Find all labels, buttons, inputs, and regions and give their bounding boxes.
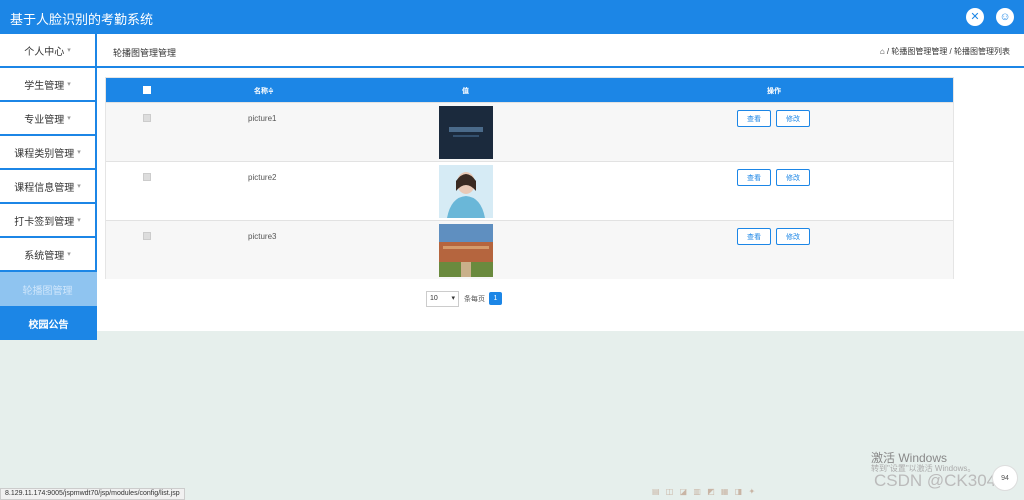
user-icon[interactable]: ☺ <box>996 8 1014 26</box>
chevron-down-icon: ▾ <box>77 149 81 156</box>
sidebar-item-label: 专业管理 <box>24 114 65 126</box>
sidebar-item-label: 校园公告 <box>28 319 69 331</box>
sidebar-item-personal-center[interactable]: 个人中心 ▾ <box>0 34 97 68</box>
dark-banner-image <box>439 106 493 159</box>
column-header-name[interactable]: 名称≑ <box>254 86 274 96</box>
chevron-down-icon: ▾ <box>67 251 71 258</box>
column-header-value: 值 <box>462 88 469 95</box>
page-title: 轮播图管理管理 <box>113 48 177 58</box>
chevron-down-icon: ▾ <box>451 295 455 302</box>
sidebar-item-label: 个人中心 <box>24 46 65 58</box>
edit-button[interactable]: 修改 <box>776 110 810 127</box>
view-button[interactable]: 查看 <box>737 228 771 245</box>
sidebar-item-majors[interactable]: 专业管理 ▾ <box>0 102 97 136</box>
page-size-select[interactable]: 10 ▾ <box>426 291 459 307</box>
view-button[interactable]: 查看 <box>737 169 771 186</box>
portrait-photo-image <box>439 165 493 218</box>
campus-photo-image <box>439 224 493 277</box>
table-header: 名称≑ 值 操作 <box>106 78 953 102</box>
page-number-button[interactable]: 1 <box>489 292 502 305</box>
select-all-checkbox[interactable] <box>143 86 151 94</box>
chevron-down-icon: ▾ <box>67 81 71 88</box>
chevron-down-icon: ▾ <box>77 217 81 224</box>
sidebar-item-label: 系统管理 <box>24 250 65 262</box>
chevron-down-icon: ▾ <box>67 115 71 122</box>
column-header-actions: 操作 <box>767 88 781 95</box>
edit-button[interactable]: 修改 <box>776 169 810 186</box>
sidebar-item-system[interactable]: 系统管理 ▾ <box>0 238 97 272</box>
chevron-down-icon: ▾ <box>77 183 81 190</box>
sidebar-item-label: 课程信息管理 <box>14 182 75 194</box>
chevron-down-icon: ▾ <box>67 47 71 54</box>
csdn-watermark: CSDN @CK3043 <box>874 471 1006 490</box>
row-checkbox[interactable] <box>143 173 151 181</box>
sidebar-item-course-info[interactable]: 课程信息管理 ▾ <box>0 170 97 204</box>
page-size-value: 10 <box>430 295 438 302</box>
table-row: picture3 查看 修改 <box>106 220 953 279</box>
table-row: picture2 查看 修改 <box>106 161 953 220</box>
sidebar-item-announcements[interactable]: 校园公告 <box>0 306 97 340</box>
sidebar-item-label: 课程类别管理 <box>14 148 75 160</box>
row-name: picture2 <box>248 173 277 182</box>
app-title: 基于人脸识别的考勤系统 <box>10 12 154 27</box>
table-row: picture1 查看 修改 <box>106 102 953 161</box>
sidebar-item-carousel[interactable]: 轮播图管理 <box>0 272 97 306</box>
system-tray-icons: ▤ ◫ ◪ ▥ ◩ ▦ ◨ ✦ <box>652 487 758 496</box>
breadcrumb[interactable]: ⌂ / 轮播图管理管理 / 轮播图管理列表 <box>880 46 1010 57</box>
page-header: 轮播图管理管理 ⌂ / 轮播图管理管理 / 轮播图管理列表 <box>97 34 1024 68</box>
sidebar-item-checkin[interactable]: 打卡签到管理 ▾ <box>0 204 97 238</box>
status-bar-url: 8.129.11.174:9005/jspmwdt70/jsp/modules/… <box>0 488 185 500</box>
top-bar: 基于人脸识别的考勤系统 ✕ ☺ <box>0 0 1024 34</box>
data-table: 名称≑ 值 操作 picture1 查看 修改 picture2 查看 修改 p… <box>105 77 954 279</box>
sidebar-item-students[interactable]: 学生管理 ▾ <box>0 68 97 102</box>
expand-icon[interactable]: ✕ <box>966 8 984 26</box>
row-name: picture3 <box>248 232 277 241</box>
row-checkbox[interactable] <box>143 232 151 240</box>
sidebar-item-label: 打卡签到管理 <box>14 216 75 228</box>
sidebar-item-label: 轮播图管理 <box>22 285 73 297</box>
sidebar-item-label: 学生管理 <box>24 80 65 92</box>
row-name: picture1 <box>248 114 277 123</box>
per-page-label: 条每页 <box>464 296 485 303</box>
edit-button[interactable]: 修改 <box>776 228 810 245</box>
view-button[interactable]: 查看 <box>737 110 771 127</box>
sidebar: 个人中心 ▾ 学生管理 ▾ 专业管理 ▾ 课程类别管理 ▾ 课程信息管理 ▾ 打卡签到管理… <box>0 34 97 340</box>
floating-button[interactable]: 94 <box>992 465 1018 491</box>
sidebar-item-course-categories[interactable]: 课程类别管理 ▾ <box>0 136 97 170</box>
row-checkbox[interactable] <box>143 114 151 122</box>
